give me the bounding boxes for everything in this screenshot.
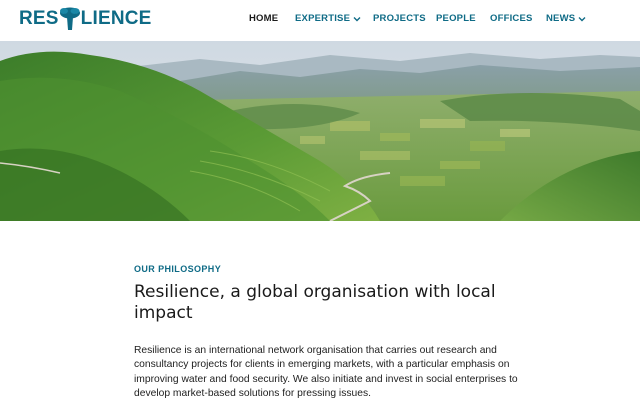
landscape-illustration — [0, 41, 640, 221]
nav-home-label: HOME — [249, 13, 279, 24]
nav-people[interactable]: PEOPLE — [436, 13, 476, 24]
site-logo[interactable]: RES LIENCE — [19, 6, 152, 32]
site-header: RES LIENCE HOME EXPERTISE PROJECTS PEOPL… — [0, 0, 640, 41]
nav-people-label: PEOPLE — [436, 13, 476, 24]
section-kicker: OUR PHILOSOPHY — [134, 264, 222, 274]
nav-offices-label: OFFICES — [490, 13, 533, 24]
nav-projects-label: PROJECTS — [373, 13, 426, 24]
nav-news[interactable]: NEWS — [546, 13, 586, 24]
philosophy-section: OUR PHILOSOPHY Resilience, a global orga… — [134, 262, 524, 400]
section-title: Resilience, a global organisation with l… — [134, 282, 496, 323]
baobab-tree-icon — [59, 7, 80, 30]
nav-expertise[interactable]: EXPERTISE — [295, 13, 361, 24]
nav-home[interactable]: HOME — [249, 13, 278, 24]
chevron-down-icon — [353, 16, 361, 21]
nav-offices[interactable]: OFFICES — [490, 13, 533, 24]
chevron-down-icon — [578, 16, 586, 21]
hero-image — [0, 41, 640, 221]
logo-text-start: RES — [19, 8, 59, 29]
section-body: Resilience is an international network o… — [134, 345, 518, 399]
nav-news-label: NEWS — [546, 13, 576, 24]
nav-projects[interactable]: PROJECTS — [373, 13, 426, 24]
logo-text-end: LIENCE — [80, 8, 152, 29]
nav-expertise-label: EXPERTISE — [295, 13, 351, 24]
